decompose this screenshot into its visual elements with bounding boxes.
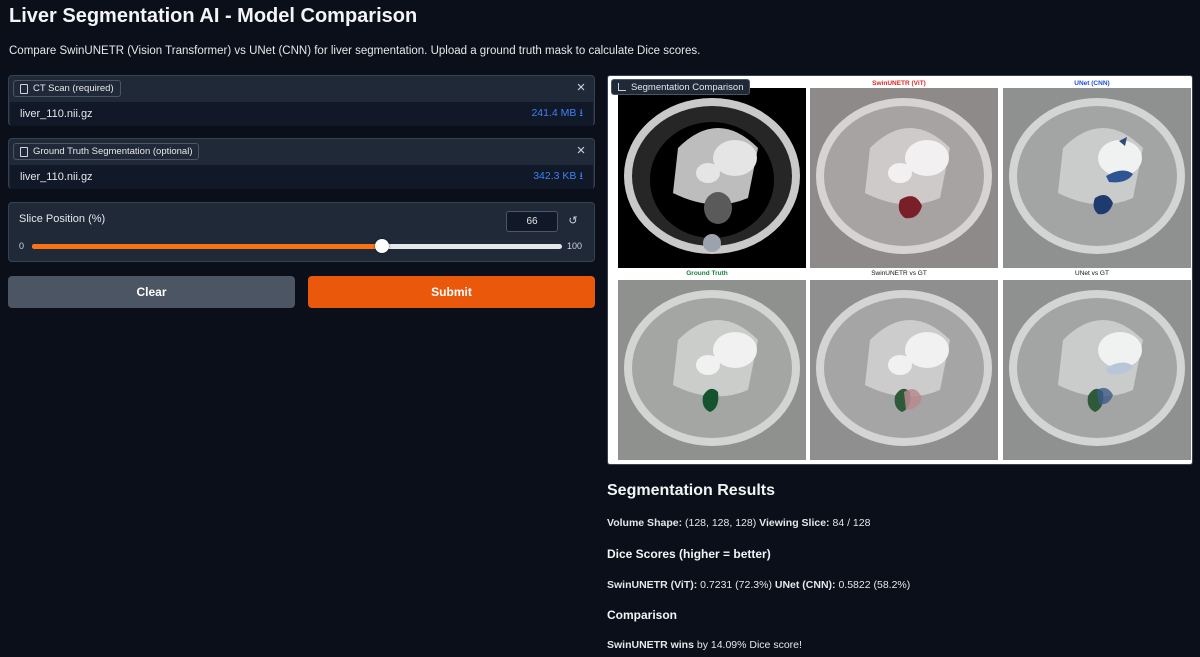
- swinunetr-vs-gt-image: [810, 280, 998, 460]
- panel-title-unet: UNet (CNN): [1074, 80, 1110, 87]
- panel-title-ground-truth: Ground Truth: [686, 270, 728, 277]
- winner-text: by 14.09% Dice score!: [693, 639, 802, 651]
- comparison-heading: Comparison: [607, 608, 678, 622]
- ct-slice-image: [618, 88, 806, 268]
- winner-label: SwinUNETR wins: [607, 639, 694, 651]
- ground-truth-upload[interactable]: Ground Truth Segmentation (optional) × l…: [8, 138, 595, 189]
- panel-title-unet-vs-gt: UNet vs GT: [1075, 270, 1109, 277]
- ct-scan-download-link[interactable]: 241.4 MB ⭳: [531, 105, 583, 123]
- page-description: Compare SwinUNETR (Vision Transformer) v…: [9, 45, 701, 57]
- clear-button[interactable]: Clear: [8, 276, 295, 308]
- slider-thumb[interactable]: [374, 239, 389, 253]
- volume-info-line: Volume Shape: (128, 128, 128) Viewing Sl…: [607, 517, 870, 529]
- slider-label: Slice Position (%): [19, 213, 106, 225]
- comparison-line: SwinUNETR wins by 14.09% Dice score!: [607, 639, 802, 651]
- results-heading: Segmentation Results: [607, 482, 776, 499]
- unet-score-value: 0.5822 (58.2%): [835, 579, 911, 591]
- unet-vs-gt-image: [1003, 280, 1191, 460]
- panel-title-swin-vs-gt: SwinUNETR vs GT: [871, 270, 927, 277]
- unet-score-label: UNet (CNN):: [774, 579, 836, 591]
- submit-button[interactable]: Submit: [308, 276, 595, 308]
- file-icon: [20, 83, 28, 94]
- ct-scan-label: CT Scan (required): [13, 80, 121, 97]
- image-output-tag: Segmentation Comparison: [611, 79, 751, 95]
- swinunetr-score-label: SwinUNETR (ViT):: [607, 579, 698, 591]
- swinunetr-score-value: 0.7231 (72.3%): [697, 579, 775, 591]
- viewing-slice-value: 84 / 128: [829, 517, 871, 529]
- slider-track[interactable]: [32, 239, 562, 253]
- unet-prediction-image: [1003, 88, 1191, 268]
- slider-max-label: 100: [567, 241, 583, 251]
- ct-scan-file-name: liver_110.nii.gz: [20, 108, 93, 120]
- page-title: Liver Segmentation AI - Model Comparison: [9, 5, 418, 27]
- viewing-slice-label: Viewing Slice:: [759, 517, 830, 529]
- ct-scan-label-text: CT Scan (required): [33, 83, 114, 94]
- ground-truth-file-name: liver_110.nii.gz: [20, 171, 93, 183]
- volume-shape-value: (128, 128, 128): [682, 517, 760, 529]
- swinunetr-prediction-image: [810, 88, 998, 268]
- ground-truth-label-text: Ground Truth Segmentation (optional): [33, 146, 193, 157]
- volume-shape-label: Volume Shape:: [607, 517, 683, 529]
- ct-scan-file-row[interactable]: liver_110.nii.gz 241.4 MB ⭳: [10, 102, 593, 126]
- ct-scan-close-icon[interactable]: ×: [572, 79, 590, 97]
- segmentation-comparison-image: Segmentation Comparison SwinUNETR (ViT) …: [607, 75, 1193, 465]
- ground-truth-download-link[interactable]: 342.3 KB ⭳: [533, 168, 583, 186]
- dice-scores-heading: Dice Scores (higher = better): [607, 547, 771, 561]
- slider-min-label: 0: [19, 241, 25, 251]
- chart-icon: [618, 83, 626, 91]
- panel-title-swinunetr: SwinUNETR (ViT): [872, 80, 926, 87]
- file-icon: [20, 146, 28, 157]
- slice-position-slider-block: Slice Position (%) 66 ↺ 0 100: [8, 202, 595, 262]
- dice-scores-line: SwinUNETR (ViT): 0.7231 (72.3%) UNet (CN…: [607, 579, 910, 591]
- reset-icon[interactable]: ↺: [562, 211, 584, 232]
- slider-number-input[interactable]: 66: [506, 211, 558, 232]
- image-output-tag-label: Segmentation Comparison: [631, 81, 744, 93]
- ct-scan-upload[interactable]: CT Scan (required) × liver_110.nii.gz 24…: [8, 75, 595, 126]
- slider-track-fill: [32, 244, 382, 249]
- ground-truth-file-row[interactable]: liver_110.nii.gz 342.3 KB ⭳: [10, 165, 593, 189]
- ground-truth-image: [618, 280, 806, 460]
- ground-truth-close-icon[interactable]: ×: [572, 142, 590, 160]
- ground-truth-label: Ground Truth Segmentation (optional): [13, 143, 200, 160]
